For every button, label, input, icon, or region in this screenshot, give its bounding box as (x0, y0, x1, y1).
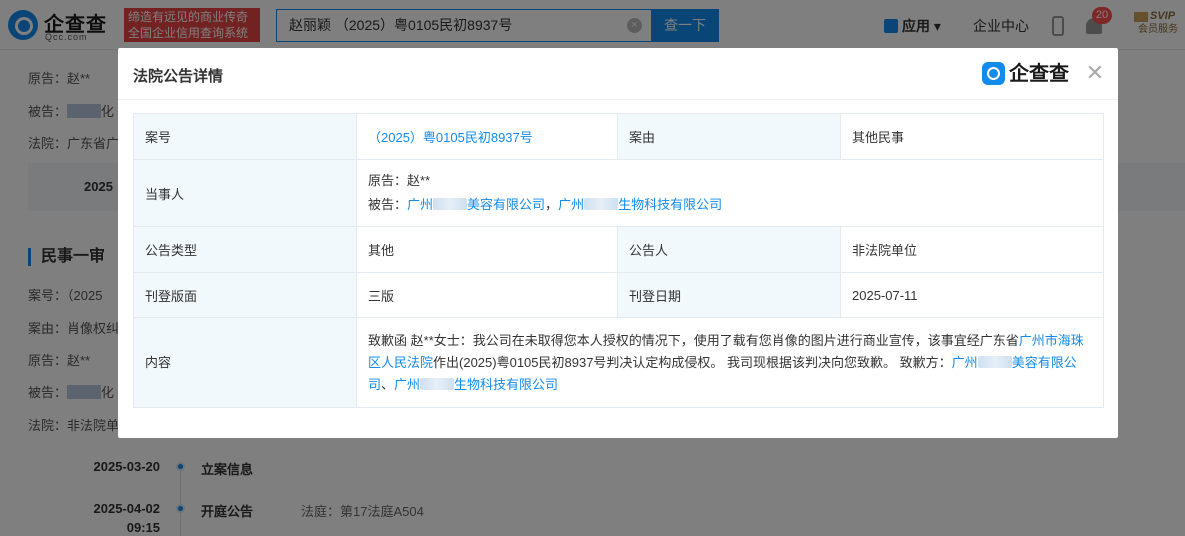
apologizer-company-link-2[interactable]: 广州 生物科技有限公司 (394, 377, 558, 392)
notice-detail-table: 案号 （2025）粤0105民初8937号 案由 其他民事 当事人 原告：赵**… (133, 113, 1104, 408)
redacted-name (420, 377, 455, 390)
defendant-prefix: 被告： (368, 197, 408, 212)
edition-value: 三版 (356, 272, 618, 318)
table-row: 内容 致歉函 赵**女士：我公司在未取得您本人授权的情况下，使用了载有您肖像的图… (133, 317, 1104, 408)
notice-type-value: 其他 (356, 226, 618, 273)
defendant-company-link-1[interactable]: 广州 美容有限公司 (407, 197, 545, 212)
cause-value: 其他民事 (840, 113, 1104, 160)
edition-label: 刊登版面 (133, 272, 357, 318)
plaintiff-line: 原告：赵** (368, 173, 431, 188)
content-value: 致歉函 赵**女士：我公司在未取得您本人授权的情况下，使用了载有您肖像的图片进行… (356, 317, 1104, 408)
cause-label: 案由 (617, 113, 841, 160)
defendant-line: 被告：广州 美容有限公司，广州 生物科技有限公司 (368, 193, 1092, 217)
table-row: 当事人 原告：赵** 被告：广州 美容有限公司，广州 生物科技有限公司 (133, 159, 1104, 227)
announcer-value: 非法院单位 (840, 226, 1104, 273)
court-notice-detail-dialog: 法院公告详情 企查查 ✕ 案号 （2025）粤0105民初8937号 案由 其他… (118, 48, 1118, 438)
content-label: 内容 (133, 317, 357, 408)
logo-magnifier-icon (982, 62, 1005, 85)
content-text-2: 作出(2025)粤0105民初8937号判决认定构成侵权。 我司现根据该判决向您… (433, 354, 952, 370)
parties-value: 原告：赵** 被告：广州 美容有限公司，广州 生物科技有限公司 (356, 159, 1104, 227)
defendant-company-link-2[interactable]: 广州 生物科技有限公司 (558, 197, 722, 212)
publish-date-value: 2025-07-11 (840, 272, 1104, 318)
redacted-name (977, 355, 1012, 368)
close-icon[interactable]: ✕ (1083, 61, 1107, 85)
redacted-name (433, 198, 468, 210)
table-row: 刊登版面 三版 刊登日期 2025-07-11 (133, 272, 1104, 318)
announcer-label: 公告人 (617, 226, 841, 273)
table-row: 公告类型 其他 公告人 非法院单位 (133, 226, 1104, 273)
dialog-header: 法院公告详情 企查查 ✕ (118, 48, 1118, 100)
dialog-title: 法院公告详情 (133, 68, 224, 85)
parties-label: 当事人 (133, 159, 357, 227)
defendant-separator: ， (545, 197, 559, 212)
case-number-label: 案号 (133, 113, 357, 160)
content-text-1: 致歉函 赵**女士：我公司在未取得您本人授权的情况下，使用了载有您肖像的图片进行… (368, 332, 1019, 348)
notice-type-label: 公告类型 (133, 226, 357, 273)
case-number-link[interactable]: （2025）粤0105民初8937号 (368, 130, 533, 145)
publish-date-label: 刊登日期 (617, 272, 841, 318)
dialog-logo-name: 企查查 (1009, 63, 1069, 85)
table-row: 案号 （2025）粤0105民初8937号 案由 其他民事 (133, 113, 1104, 160)
case-number-value: （2025）粤0105民初8937号 (356, 113, 618, 160)
content-separator: 、 (381, 376, 395, 392)
redacted-name (584, 198, 619, 210)
